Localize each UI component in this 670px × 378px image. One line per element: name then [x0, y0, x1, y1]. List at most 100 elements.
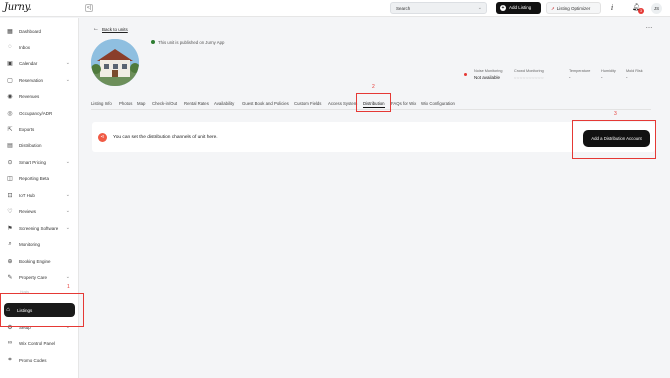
- distribution-message: You can set the distribution channels of…: [113, 135, 218, 140]
- sidebar-item-booking-engine[interactable]: ⊕ Booking Engine: [6, 254, 72, 268]
- property-photo: [91, 39, 139, 86]
- metric-label: Noise Monitoring: [474, 69, 503, 73]
- sidebar-item-label: Inbox: [19, 44, 31, 50]
- sidebar-item-smart-pricing[interactable]: ⊙ Smart Pricing ⌄: [6, 155, 72, 169]
- sidebar-item-distribution[interactable]: ▤ Distribution: [6, 138, 72, 152]
- search-icon: ⌕: [8, 240, 12, 247]
- add-listing-button[interactable]: + Add Listing: [496, 2, 541, 14]
- sidebar-item-label: Booking Engine: [19, 258, 51, 264]
- sidebar-item-label: Wix Control Panel: [19, 340, 56, 346]
- listing-optimizer-button[interactable]: ➚ Listing Optimizer: [546, 2, 601, 14]
- pricing-icon: ⊙: [7, 159, 13, 166]
- chevron-down-icon: ⌄: [65, 60, 70, 66]
- notification-badge: 3: [638, 8, 644, 14]
- metric-value: -: [626, 75, 628, 80]
- chevron-down-icon: ⌄: [65, 77, 70, 83]
- tag-icon: ⌗: [8, 356, 12, 363]
- listing-optimizer-label: Listing Optimizer: [556, 6, 591, 11]
- sidebar-item-label: IoT Hub: [19, 192, 35, 198]
- metric-label: Humidity: [601, 69, 616, 73]
- sidebar-item-label: Reviews: [19, 208, 37, 214]
- sidebar-item-exports[interactable]: ⇱ Exports: [6, 122, 72, 136]
- chevron-down-icon: ⌄: [65, 192, 70, 198]
- flag-icon: ⚑: [7, 225, 13, 232]
- sidebar-item-promo-codes[interactable]: ⌗ Promo Codes: [6, 353, 72, 367]
- sidebar-item-property-care[interactable]: ✎ Property Care ⌄: [6, 270, 72, 284]
- sidebar-item-label: Dashboard: [19, 28, 42, 34]
- annotation-box-3: [572, 120, 656, 159]
- avatar[interactable]: JS: [651, 3, 662, 14]
- add-listing-label: Add Listing: [509, 5, 532, 11]
- sidebar-item-label: Distribution: [19, 142, 42, 148]
- report-icon: ◫: [7, 175, 13, 182]
- tab-guest-book[interactable]: Guest Book and Policies: [242, 101, 289, 106]
- tab-map[interactable]: Map: [137, 101, 145, 106]
- more-options-icon[interactable]: …: [642, 23, 656, 33]
- sidebar-item-reservation[interactable]: ▢ Reservation ⌄: [6, 73, 72, 87]
- tab-custom-fields[interactable]: Custom Fields: [294, 101, 321, 106]
- sidebar-item-monitoring[interactable]: ⌕ Monitoring: [6, 237, 72, 251]
- tab-check-in-out[interactable]: Check-in/Out: [152, 101, 177, 106]
- distribution-icon: ▤: [7, 142, 13, 149]
- sidebar-item-label: Revenues: [19, 93, 40, 99]
- top-bar: Jurny. <| Search ⌄ + Add Listing ➚ Listing…: [0, 0, 670, 17]
- sidebar-item-label: Smart Pricing: [19, 159, 47, 165]
- sidebar-item-label: Property Care: [19, 274, 48, 280]
- tab-rental-rates[interactable]: Rental Rates: [184, 101, 209, 106]
- sidebar-item-inbox[interactable]: ◌ Inbox: [6, 40, 72, 54]
- sidebar-item-label: Screening Software: [19, 225, 59, 231]
- main-content: ← Back to units … This unit is published…: [80, 18, 670, 378]
- sidebar-item-dashboard[interactable]: ▦ Dashboard: [6, 24, 72, 38]
- sidebar-item-calendar[interactable]: ▣ Calendar ⌄: [6, 56, 72, 70]
- tab-faqs-for-wix[interactable]: FAQs for Wix: [391, 101, 416, 106]
- annotation-number-3: 3: [614, 111, 617, 117]
- export-icon: ⇱: [7, 126, 13, 133]
- back-to-units-link[interactable]: Back to units: [102, 27, 128, 32]
- chevron-down-icon: ⌄: [65, 159, 70, 165]
- chevron-down-icon: ⌄: [477, 5, 482, 11]
- metric-value: Not available: [474, 75, 501, 80]
- collapse-sidebar-button[interactable]: <|: [85, 4, 93, 12]
- sidebar-item-reporting[interactable]: ◫ Reporting Beta: [6, 171, 72, 185]
- crowd-monitoring-metric: Crowd Monitoring ○○○○○○○○○○: [514, 69, 544, 80]
- metric-value: -: [569, 75, 571, 80]
- chevron-down-icon: ⌄: [65, 208, 70, 214]
- humidity-metric: Humidity -: [601, 69, 616, 80]
- search-select[interactable]: Search ⌄: [390, 2, 487, 14]
- plus-icon: +: [500, 5, 506, 11]
- temperature-metric: Temperature -: [569, 69, 590, 80]
- noise-alert-dot: [464, 73, 467, 76]
- share-icon: ⋖: [98, 133, 107, 142]
- noise-monitoring-metric: Noise Monitoring Not available: [474, 69, 503, 80]
- link-icon: ∞: [7, 340, 13, 346]
- money-icon: ◉: [7, 93, 13, 100]
- annotation-number-2: 2: [372, 84, 375, 90]
- published-status-text: This unit is published on Jurny App: [158, 40, 225, 45]
- metric-label: Temperature: [569, 69, 591, 73]
- tab-wix-configuration[interactable]: Wix Configuration: [421, 101, 455, 106]
- mold-risk-metric: Mold Risk -: [626, 69, 643, 80]
- sidebar-item-wix-control-panel[interactable]: ∞ Wix Control Panel: [6, 336, 72, 350]
- grid-icon: ▦: [7, 28, 13, 35]
- sidebar-item-label: Calendar: [19, 60, 38, 66]
- sidebar-item-iot-hub[interactable]: ⊡ IoT Hub ⌄: [6, 188, 72, 202]
- heart-icon: ♡: [7, 208, 13, 215]
- published-status-dot: [151, 40, 155, 44]
- sidebar-item-screening[interactable]: ⚑ Screening Software ⌄: [6, 221, 72, 235]
- tab-access-system[interactable]: Access System: [328, 101, 357, 106]
- check-circle-icon: ◎: [7, 110, 13, 117]
- info-icon[interactable]: i: [611, 4, 613, 12]
- crowd-level-indicator: ○○○○○○○○○○: [514, 75, 545, 80]
- tab-availability[interactable]: Availability: [214, 101, 234, 106]
- chevron-down-icon: ⌄: [65, 274, 70, 280]
- arrow-left-icon[interactable]: ←: [93, 26, 99, 32]
- tab-photos[interactable]: Photos: [119, 101, 132, 106]
- sidebar-item-revenues[interactable]: ◉ Revenues: [6, 89, 72, 103]
- sidebar-item-reviews[interactable]: ♡ Reviews ⌄: [6, 204, 72, 218]
- sidebar-item-label: Occupancy/ADR: [19, 110, 53, 116]
- jurny-logo[interactable]: Jurny.: [4, 2, 32, 13]
- sidebar-item-occupancy[interactable]: ◎ Occupancy/ADR: [6, 106, 72, 120]
- sidebar-item-label: Exports: [19, 126, 35, 132]
- tab-listing-info[interactable]: Listing Info: [91, 101, 112, 106]
- wrench-icon: ✎: [7, 274, 13, 281]
